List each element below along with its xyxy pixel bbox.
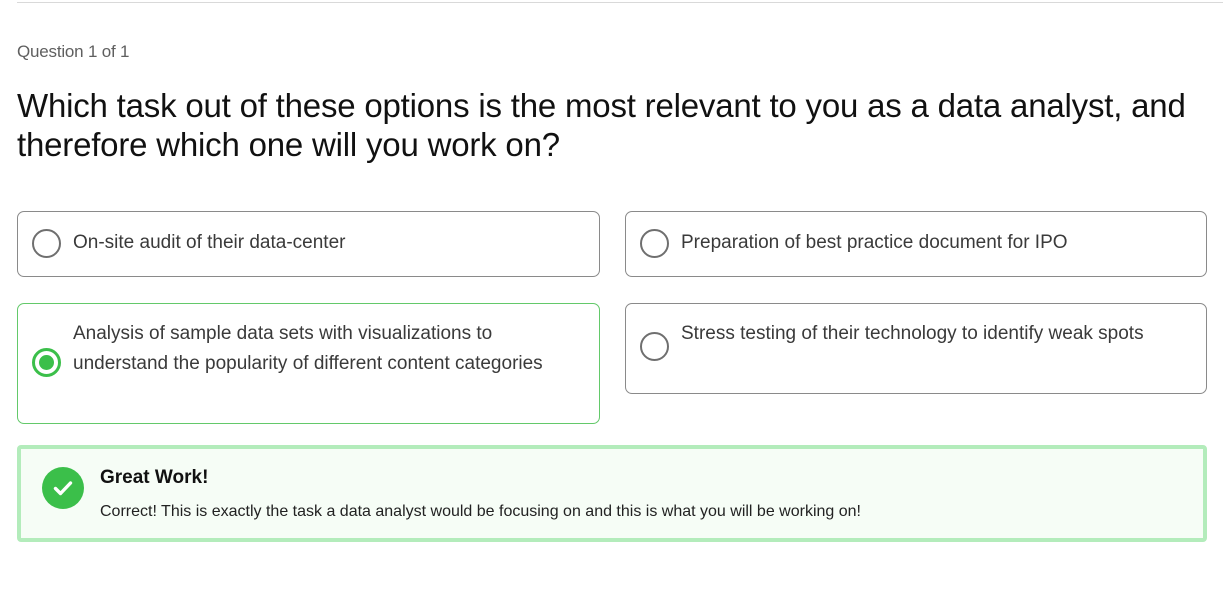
feedback-banner: Great Work! Correct! This is exactly the…: [17, 445, 1207, 542]
top-divider: [17, 2, 1223, 3]
answer-option-1[interactable]: On-site audit of their data-center: [17, 211, 600, 277]
feedback-message: Correct! This is exactly the task a data…: [100, 503, 861, 520]
radio-button[interactable]: [32, 229, 61, 258]
answer-option-3[interactable]: Analysis of sample data sets with visual…: [17, 303, 600, 424]
radio-selected-dot: [39, 355, 54, 370]
option-label: Analysis of sample data sets with visual…: [73, 323, 543, 374]
question-text: Which task out of these options is the m…: [17, 87, 1186, 163]
radio-button[interactable]: [640, 229, 669, 258]
radio-button-selected[interactable]: [32, 348, 61, 377]
answer-option-4[interactable]: Stress testing of their technology to id…: [625, 303, 1207, 394]
checkmark-icon: [42, 467, 84, 509]
question-counter: Question 1 of 1: [17, 42, 130, 61]
option-label: Stress testing of their technology to id…: [681, 323, 1144, 344]
option-label: On-site audit of their data-center: [73, 232, 346, 253]
feedback-title: Great Work!: [100, 467, 209, 488]
radio-button[interactable]: [640, 332, 669, 361]
answer-option-2[interactable]: Preparation of best practice document fo…: [625, 211, 1207, 277]
option-label: Preparation of best practice document fo…: [681, 232, 1068, 253]
